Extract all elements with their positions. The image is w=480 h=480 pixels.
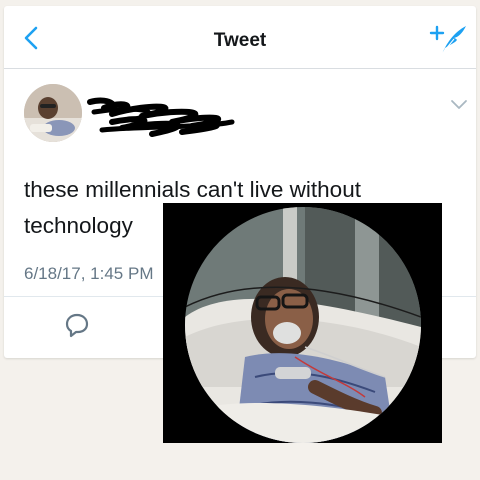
avatar[interactable] [24,84,82,142]
chevron-down-icon [451,100,467,109]
compose-tweet-button[interactable] [428,22,468,56]
overlay-photo [163,203,442,443]
hospital-patient-photo [185,207,421,443]
page-title: Tweet [213,30,267,51]
compose-feather-icon [429,25,466,56]
tweet-header [4,68,476,160]
avatar-photo [24,84,82,142]
navigation-bar: Tweet [4,6,476,69]
redacted-username [87,97,235,137]
tweet-timestamp[interactable]: 6/18/17, 1:45 PM [24,264,153,284]
reply-bubble-icon [65,313,89,338]
tweet-options-button[interactable] [450,98,468,112]
reply-button[interactable] [64,312,90,338]
